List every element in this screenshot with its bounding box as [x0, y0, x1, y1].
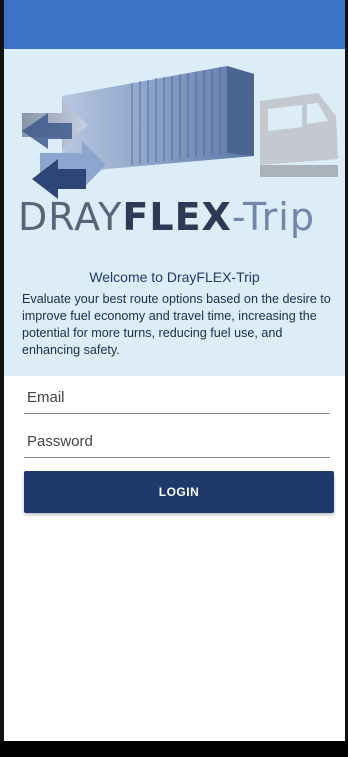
wordmark-flex: FLEX: [122, 195, 232, 239]
truck-logo-icon: [22, 66, 338, 199]
password-field[interactable]: [24, 420, 330, 458]
wordmark-trip: -Trip: [231, 195, 315, 239]
app-bar: [4, 0, 345, 49]
login-button[interactable]: LOGIN: [24, 471, 334, 513]
password-input[interactable]: [24, 420, 330, 457]
bottom-bar: [0, 741, 348, 757]
wordmark-dray: DRAY: [18, 195, 123, 239]
email-field[interactable]: [24, 376, 330, 414]
app-description: Evaluate your best route options based o…: [22, 292, 331, 357]
hero-banner: DRAYFLEX-Trip Welcome to DrayFLEX-Trip E…: [4, 49, 345, 376]
welcome-title: Welcome to DrayFLEX-Trip: [89, 269, 260, 285]
app-wordmark: DRAYFLEX-Trip: [18, 192, 338, 242]
email-input[interactable]: [24, 376, 330, 413]
